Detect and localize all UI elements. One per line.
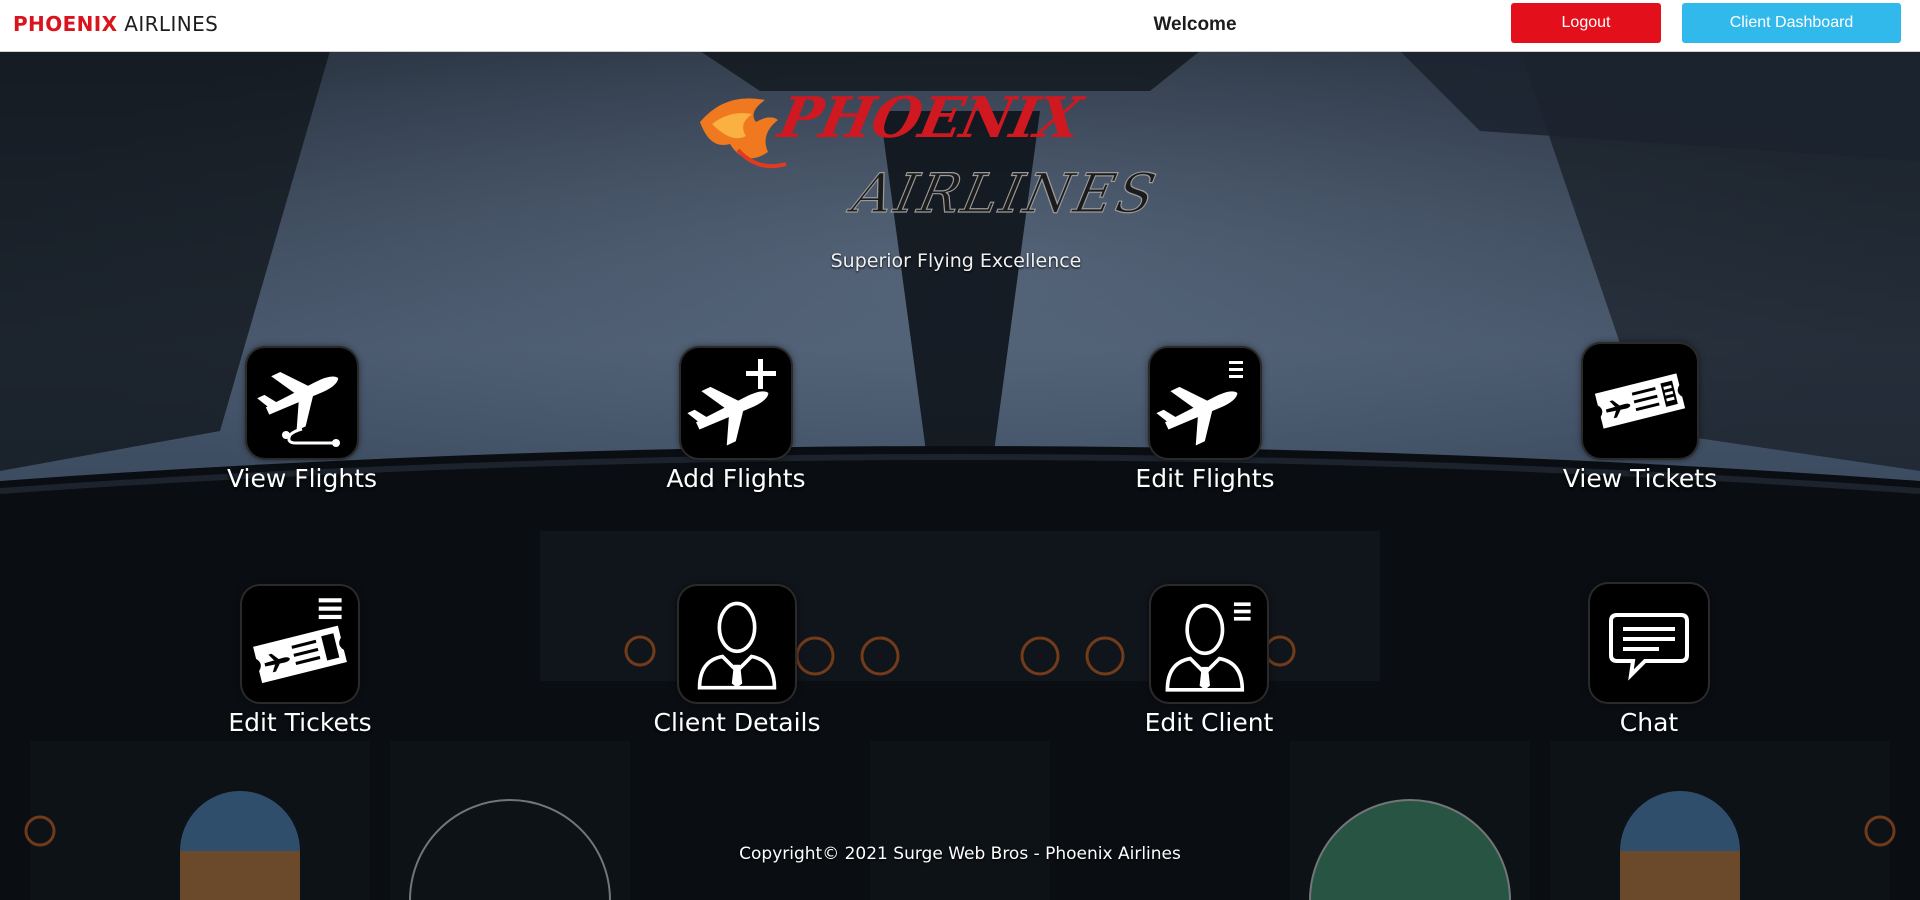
tile-view-flights[interactable]: View Flights: [172, 348, 432, 493]
view-flights-icon-box: [247, 348, 357, 458]
brand-logo-text[interactable]: PHOENIX AIRLINES: [13, 12, 218, 36]
tile-label: View Flights: [226, 464, 378, 493]
tile-label: View Tickets: [1562, 464, 1718, 493]
top-navbar: PHOENIX AIRLINES Welcome Logout Client D…: [0, 0, 1920, 52]
chat-icon-box: [1590, 584, 1708, 702]
phoenix-airlines-logo: PHOENIX AIRLINES: [700, 86, 1162, 225]
plane-add-icon: [687, 359, 776, 446]
logo-word-phoenix: PHOENIX: [771, 86, 1089, 151]
tile-label: Chat: [1619, 708, 1679, 737]
brand-secondary: AIRLINES: [124, 12, 219, 36]
tile-chat[interactable]: Chat: [1519, 584, 1779, 737]
tile-add-flights[interactable]: Add Flights: [606, 348, 866, 493]
plane-takeoff-icon: [257, 372, 340, 447]
tile-edit-tickets[interactable]: Edit Tickets: [170, 586, 430, 737]
tile-edit-client[interactable]: Edit Client: [1079, 586, 1339, 737]
tile-label: Add Flights: [666, 464, 806, 493]
welcome-text: Welcome: [1153, 14, 1237, 35]
chat-icon: [1609, 613, 1689, 681]
edit-client-icon-box: [1151, 586, 1267, 702]
add-flights-icon-box: [681, 348, 791, 458]
tile-label: Edit Tickets: [228, 708, 372, 737]
brand-primary: PHOENIX: [13, 12, 118, 36]
footer-copyright: Copyright© 2021 Surge Web Bros - Phoenix…: [739, 844, 1181, 864]
view-tickets-icon-box: [1583, 344, 1697, 458]
tile-client-details[interactable]: Client Details: [607, 586, 867, 737]
ticket-icon: [1594, 373, 1686, 429]
logo-word-airlines: AIRLINES: [843, 162, 1161, 225]
tile-label: Client Details: [653, 708, 821, 737]
tile-label: Edit Flights: [1135, 464, 1275, 493]
plane-edit-icon: [1156, 361, 1243, 446]
tile-view-tickets[interactable]: View Tickets: [1510, 344, 1770, 493]
tile-edit-flights[interactable]: Edit Flights: [1075, 348, 1335, 493]
client-edit-icon: [1165, 602, 1251, 692]
client-details-icon-box: [679, 586, 795, 702]
client-dashboard-button[interactable]: Client Dashboard: [1682, 3, 1901, 43]
phoenix-bird-icon: [700, 98, 787, 169]
client-icon: [697, 601, 777, 690]
edit-flights-icon-box: [1150, 348, 1260, 458]
edit-tickets-icon-box: [242, 586, 358, 702]
ticket-edit-icon: [253, 598, 347, 684]
tagline: Superior Flying Excellence: [830, 250, 1082, 272]
logout-button[interactable]: Logout: [1511, 3, 1661, 43]
tile-label: Edit Client: [1144, 708, 1274, 737]
